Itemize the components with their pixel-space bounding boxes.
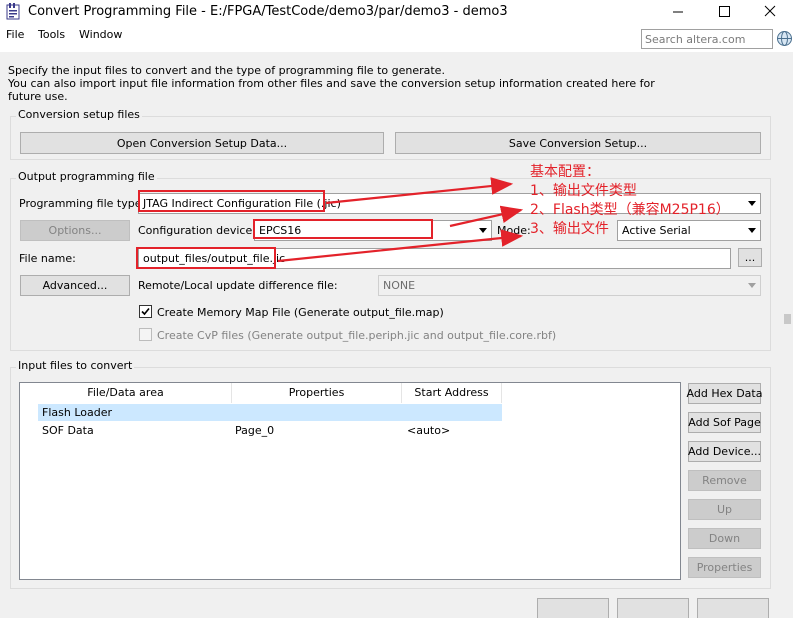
- arrow-1: [325, 177, 514, 205]
- annotation-item-1: 1、输出文件类型: [530, 183, 637, 199]
- annotation-item-3: 3、输出文件: [530, 221, 609, 237]
- arrow-2: [449, 205, 524, 228]
- annotation-item-2: 2、Flash类型（兼容M25P16）: [530, 202, 730, 218]
- annotation-title: 基本配置：: [530, 164, 600, 180]
- annotation-arrows: [277, 177, 524, 263]
- arrow-3: [277, 229, 524, 263]
